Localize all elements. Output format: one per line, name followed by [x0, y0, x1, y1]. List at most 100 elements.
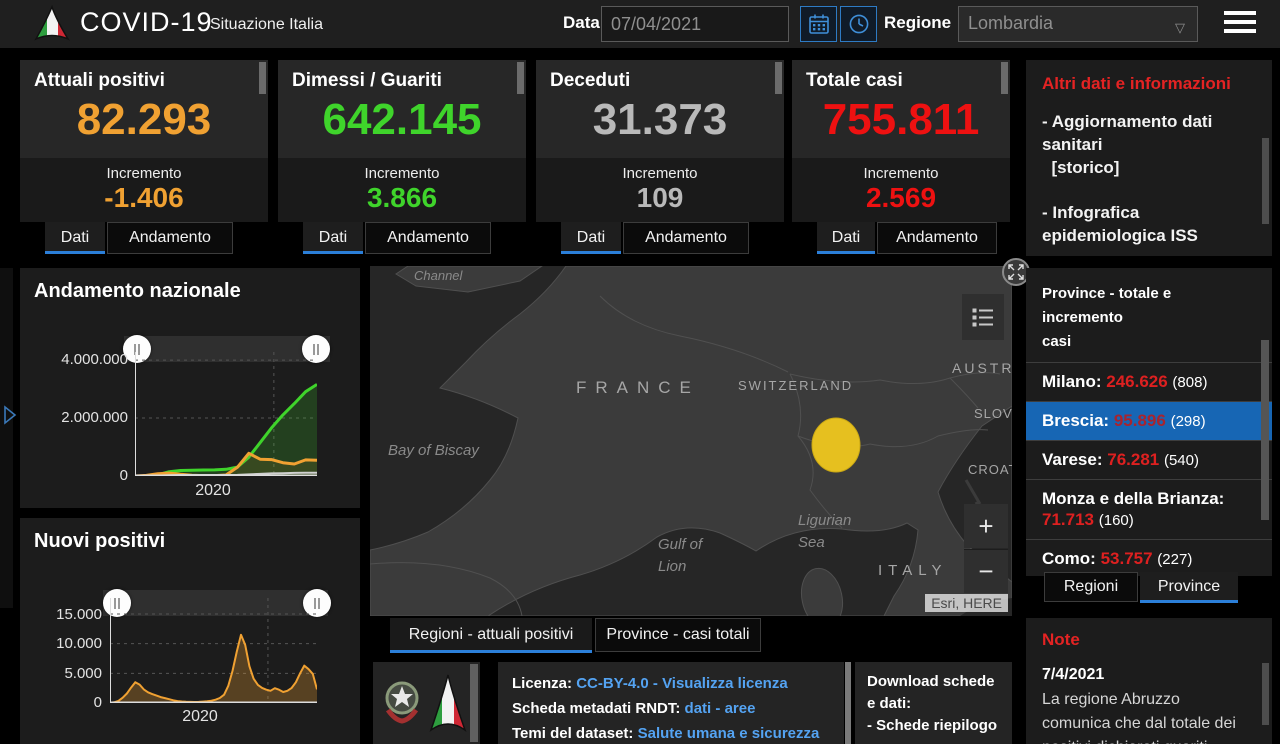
andamento-nazionale-card: Andamento nazionale 4.000.000 2.000.000 … [20, 268, 360, 508]
y-tick: 0 [20, 694, 102, 711]
card-scrollbar[interactable] [517, 62, 524, 94]
date-label: Data [563, 13, 600, 33]
region-marker-lombardia[interactable] [812, 418, 860, 472]
card-scrollbar[interactable] [775, 62, 782, 94]
view-license-link[interactable]: Visualizza licenza [662, 675, 788, 692]
stat-card-title: Dimessi / Guariti [278, 60, 526, 92]
active-tab-underline [45, 251, 105, 254]
province-row-brescia[interactable]: Brescia: 95.896 (298) [1026, 401, 1272, 440]
themes-line: Temi del dataset: Salute umana e sicurez… [512, 721, 830, 744]
province-panel: Province - totale e incremento casi Mila… [1026, 268, 1272, 576]
panel-scrollbar[interactable] [1262, 138, 1269, 224]
y-tick: 0 [28, 467, 128, 484]
y-tick: 10.000 [20, 635, 102, 652]
y-tick: 5.000 [20, 665, 102, 682]
license-label: Licenza: [512, 675, 572, 692]
chevron-down-icon: ▽ [1175, 20, 1185, 36]
panel-tab-province[interactable]: Province [1140, 572, 1238, 602]
metadata-label: Scheda metadati RNDT: [512, 700, 680, 717]
map-zoom-out-button[interactable]: − [964, 549, 1008, 593]
stat-card-value: 755.811 [792, 92, 1010, 148]
stat-card-increment: Incremento 109 [536, 158, 784, 222]
x-tick-2020: 2020 [168, 482, 258, 500]
footer-download-card: Download schede e dati: - Schede riepilo… [855, 662, 1012, 744]
calendar-button[interactable] [800, 6, 837, 42]
footer-scrollbar[interactable] [470, 664, 478, 742]
stat-card-title: Attuali positivi [20, 60, 268, 92]
chart-title: Andamento nazionale [34, 280, 241, 303]
tab-andamento-attuali[interactable]: Andamento [107, 222, 233, 254]
footer-scrollbar[interactable] [845, 662, 851, 744]
tab-dati-dimessi[interactable]: Dati [303, 222, 363, 254]
map-tab-province[interactable]: Province - casi totali [595, 618, 761, 652]
map-label-channel: Channel [414, 268, 462, 283]
y-tick: 4.000.000 [28, 351, 128, 368]
time-button[interactable] [840, 6, 877, 42]
increment-value: 109 [536, 182, 784, 214]
nuovi-positivi-card: Nuovi positivi 15.000 10.000 5.000 0 202… [20, 518, 360, 744]
clock-icon [848, 13, 870, 35]
license-link[interactable]: CC-BY-4.0 [576, 675, 649, 692]
stat-card-attuali-positivi: Attuali positivi 82.293 Incremento -1.40… [20, 60, 268, 222]
collapsed-side-panel [0, 268, 13, 608]
nuovi-positivi-chart [110, 598, 317, 703]
map-legend-button[interactable] [962, 294, 1004, 340]
footer-license-card: Licenza: CC-BY-4.0 - Visualizza licenza … [498, 662, 844, 744]
map-label-croatia: CROATIA [968, 462, 1012, 477]
download-schede-link[interactable]: - Schede riepilogo [867, 715, 1000, 737]
tab-andamento-totale[interactable]: Andamento [877, 222, 997, 254]
map-zoom-in-button[interactable]: + [964, 504, 1008, 548]
note-panel: Note 7/4/2021 La regione Abruzzo comunic… [1026, 618, 1272, 744]
increment-label: Incremento [536, 158, 784, 182]
map-canvas[interactable]: Channel FRANCE SWITZERLAND AUSTRIA SLOVE… [370, 266, 1012, 616]
tab-dati-deceduti[interactable]: Dati [561, 222, 621, 254]
tab-dati-totale[interactable]: Dati [817, 222, 875, 254]
stat-card-increment: Incremento 3.866 [278, 158, 526, 222]
download-label: Download schede e dati: [867, 671, 1000, 715]
region-select[interactable]: Lombardia ▽ [958, 6, 1198, 42]
expand-arrows-icon [1004, 260, 1028, 284]
note-date: 7/4/2021 [1042, 666, 1256, 684]
app-subtitle: Situazione Italia [210, 16, 323, 34]
app-title: COVID-19 [80, 7, 213, 38]
map-label-italy: ITALY [878, 562, 947, 579]
note-body: La regione Abruzzo comunica che dal tota… [1042, 688, 1256, 744]
themes-link[interactable]: Salute umana e sicurezza [638, 725, 820, 742]
province-scrollbar[interactable] [1261, 340, 1269, 520]
stat-card-title: Deceduti [536, 60, 784, 92]
separator: - [715, 700, 720, 717]
tab-andamento-deceduti[interactable]: Andamento [623, 222, 749, 254]
separator: - [653, 675, 658, 692]
note-panel-title: Note [1042, 630, 1256, 650]
map-label-france: FRANCE [576, 378, 700, 398]
map-attribution: Esri, HERE [925, 594, 1008, 612]
expand-panel-arrow-icon[interactable] [2, 404, 18, 426]
menu-button[interactable] [1224, 11, 1256, 37]
increment-value: 2.569 [792, 182, 1010, 214]
province-row-monza[interactable]: Monza e della Brianza: 71.713 (160) [1026, 479, 1272, 539]
province-row-varese[interactable]: Varese: 76.281 (540) [1026, 440, 1272, 479]
card-scrollbar[interactable] [259, 62, 266, 94]
tab-andamento-dimessi[interactable]: Andamento [365, 222, 491, 254]
calendar-icon [808, 13, 830, 35]
province-panel-title: Province - totale e incremento casi [1026, 268, 1272, 362]
date-input[interactable] [601, 6, 789, 42]
stat-card-title: Totale casi [792, 60, 1010, 92]
themes-label: Temi del dataset: [512, 725, 633, 742]
protezione-civile-footer-logo [427, 672, 469, 736]
card-scrollbar[interactable] [1001, 62, 1008, 94]
province-row-milano[interactable]: Milano: 246.626 (808) [1026, 362, 1272, 401]
footer-logos-card [373, 662, 480, 744]
stat-card-increment: Incremento 2.569 [792, 158, 1010, 222]
app-header: COVID-19 Situazione Italia Data [0, 0, 1280, 48]
metadata-aree-link[interactable]: aree [725, 700, 756, 717]
link-aggiornamento-dati-sanitari[interactable]: - Aggiornamento dati sanitari [storico] [1042, 110, 1256, 179]
link-infografica-iss[interactable]: - Infografica epidemiologica ISS [1042, 201, 1256, 247]
panel-tab-regioni[interactable]: Regioni [1044, 572, 1138, 602]
increment-label: Incremento [278, 158, 526, 182]
note-scrollbar[interactable] [1262, 663, 1269, 725]
province-row-como[interactable]: Como: 53.757 (227) [1026, 539, 1272, 576]
tab-dati-attuali[interactable]: Dati [45, 222, 105, 254]
metadata-dati-link[interactable]: dati [685, 700, 712, 717]
map-tab-regioni[interactable]: Regioni - attuali positivi [390, 618, 592, 652]
